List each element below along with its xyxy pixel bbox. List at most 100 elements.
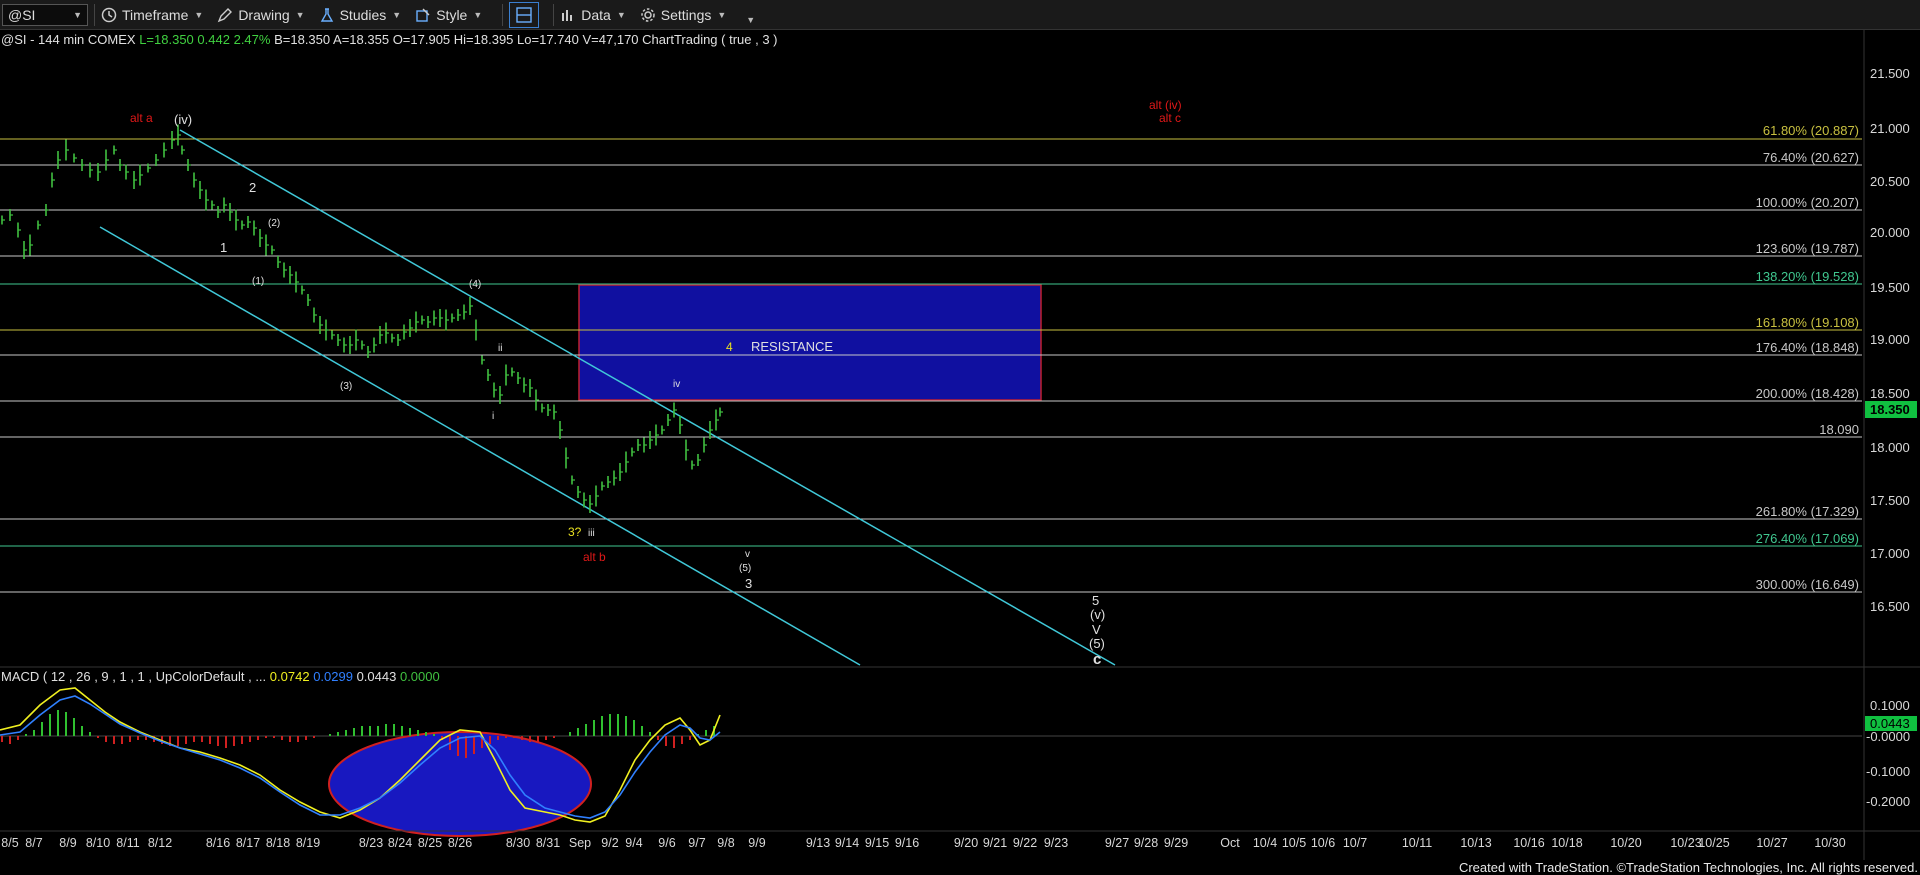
- price-chart[interactable]: 61.80% (20.887) 76.40% (20.627) 100.00% …: [0, 30, 1920, 860]
- fib-label: 200.00% (18.428): [1756, 386, 1859, 401]
- date-tick: 8/31: [536, 836, 560, 850]
- date-tick: Sep: [569, 836, 591, 850]
- data-menu[interactable]: Data ▼: [560, 7, 626, 23]
- toolbar-divider: [553, 3, 555, 26]
- wave-label-4-paren: (4): [469, 279, 481, 290]
- fib-label: 61.80% (20.887): [1763, 123, 1859, 138]
- macd-title: MACD ( 12 , 26 , 9 , 1 , 1 , UpColorDefa…: [1, 669, 267, 684]
- date-tick: 10/13: [1460, 836, 1491, 850]
- wave-label-alt-iv: alt (iv): [1149, 98, 1182, 112]
- style-icon: [416, 8, 430, 22]
- date-tick: 10/4: [1253, 836, 1277, 850]
- date-tick: 8/24: [388, 836, 412, 850]
- data-label: Data: [581, 6, 611, 23]
- wave-label-alt-a: alt a: [130, 111, 153, 125]
- macd-diff-value: 0.0443: [356, 669, 397, 684]
- settings-menu[interactable]: Settings ▼: [640, 6, 726, 23]
- date-axis: 8/5 8/7 8/9 8/10 8/11 8/12 8/16 8/17 8/18 8/19 8/2…: [1, 836, 1845, 850]
- studies-menu[interactable]: Studies ▼: [319, 7, 401, 23]
- drawing-menu[interactable]: Drawing ▼: [217, 6, 305, 23]
- wave-label-i: i: [492, 411, 494, 422]
- wave-label-alt-c: alt c: [1159, 111, 1181, 125]
- layout-button[interactable]: [509, 1, 540, 28]
- wave-label-5: 5: [1092, 593, 1099, 608]
- style-label: Style: [436, 6, 468, 23]
- price-tick: 17.000: [1870, 546, 1910, 561]
- date-tick: 9/21: [983, 836, 1007, 850]
- chevron-down-icon: ▼: [194, 9, 204, 20]
- wave-label-1: 1: [220, 240, 227, 255]
- date-tick: 9/15: [865, 836, 889, 850]
- date-tick: 8/18: [266, 836, 290, 850]
- date-tick: 9/22: [1013, 836, 1037, 850]
- timeframe-menu[interactable]: Timeframe ▼: [101, 7, 203, 23]
- date-tick: 8/11: [116, 836, 139, 850]
- fib-label: 261.80% (17.329): [1756, 504, 1859, 519]
- price-tick: 18.500: [1870, 386, 1910, 401]
- fib-label: 76.40% (20.627): [1763, 150, 1859, 165]
- date-tick: 9/4: [625, 836, 642, 850]
- date-tick: 10/27: [1756, 836, 1787, 850]
- symbol-value: @SI: [8, 6, 36, 23]
- clock-icon: [101, 7, 117, 22]
- drawing-label: Drawing: [238, 6, 290, 23]
- wave-label-3-paren: (3): [340, 381, 352, 392]
- bar-chart-icon: [562, 9, 573, 21]
- date-tick: 8/9: [59, 836, 76, 850]
- date-tick: 8/26: [448, 836, 472, 850]
- date-tick: 9/27: [1105, 836, 1129, 850]
- chevron-down-icon: ▼: [616, 9, 626, 20]
- timeframe-label: Timeframe: [122, 6, 189, 23]
- date-tick: 9/20: [954, 836, 978, 850]
- macd-tick: -0.2000: [1866, 794, 1910, 809]
- symbol-input[interactable]: @SI ▼: [2, 3, 88, 26]
- fib-label: 138.20% (19.528): [1756, 269, 1859, 284]
- date-tick: 9/9: [748, 836, 765, 850]
- date-tick: 10/5: [1282, 836, 1306, 850]
- price-tick: 19.000: [1870, 332, 1910, 347]
- wave-label-2: 2: [249, 180, 256, 195]
- settings-label: Settings: [660, 6, 712, 23]
- style-menu[interactable]: Style ▼: [415, 7, 482, 23]
- date-tick: 10/7: [1343, 836, 1367, 850]
- pencil-icon: [218, 7, 233, 22]
- wave-label-5-paren-target: (5): [1089, 636, 1105, 651]
- date-tick: 8/12: [148, 836, 172, 850]
- overflow-caret-icon[interactable]: ▼: [746, 15, 755, 25]
- date-tick: 8/30: [506, 836, 530, 850]
- date-tick: 8/5: [1, 836, 18, 850]
- wave-label-iv: iv: [673, 379, 680, 390]
- macd-value: 0.0742: [269, 669, 310, 684]
- date-tick: 10/18: [1551, 836, 1582, 850]
- toolbar: @SI ▼ Timeframe ▼ Drawing ▼ Studies ▼ St…: [0, 0, 1920, 30]
- macd-tick: -0.0000: [1866, 729, 1910, 744]
- wave-label-v: v: [745, 549, 750, 560]
- last-price-badge: 18.350: [1870, 402, 1910, 417]
- date-tick: 10/20: [1610, 836, 1641, 850]
- wave-label-v-paren: (v): [1090, 607, 1105, 622]
- wave-label-3: 3: [745, 576, 752, 591]
- toolbar-divider: [94, 3, 95, 26]
- fib-label: 176.40% (18.848): [1756, 340, 1859, 355]
- date-tick: 8/16: [206, 836, 230, 850]
- wave-label-iii: iii: [588, 528, 595, 539]
- fib-label: 100.00% (20.207): [1756, 195, 1859, 210]
- wave-label-V: V: [1092, 622, 1101, 637]
- price-tick: 19.500: [1870, 280, 1910, 295]
- wave-label-c: c: [1093, 651, 1101, 668]
- date-tick: 9/23: [1044, 836, 1068, 850]
- price-tick: 21.500: [1870, 66, 1910, 81]
- fib-labels: 61.80% (20.887) 76.40% (20.627) 100.00% …: [1756, 123, 1859, 592]
- macd-tick: -0.1000: [1866, 764, 1910, 779]
- chevron-down-icon: ▼: [295, 9, 305, 20]
- wave-label-5-paren: (5): [739, 563, 751, 574]
- wave-label-ii: ii: [498, 343, 502, 354]
- date-tick: 9/16: [895, 836, 919, 850]
- gear-icon: [641, 7, 655, 22]
- macd-tick: 0.1000: [1870, 698, 1910, 713]
- date-tick: 10/6: [1311, 836, 1335, 850]
- date-tick: 8/17: [236, 836, 260, 850]
- price-tick: 21.000: [1870, 121, 1910, 136]
- date-tick: 9/6: [658, 836, 675, 850]
- chevron-down-icon: ▼: [73, 9, 82, 20]
